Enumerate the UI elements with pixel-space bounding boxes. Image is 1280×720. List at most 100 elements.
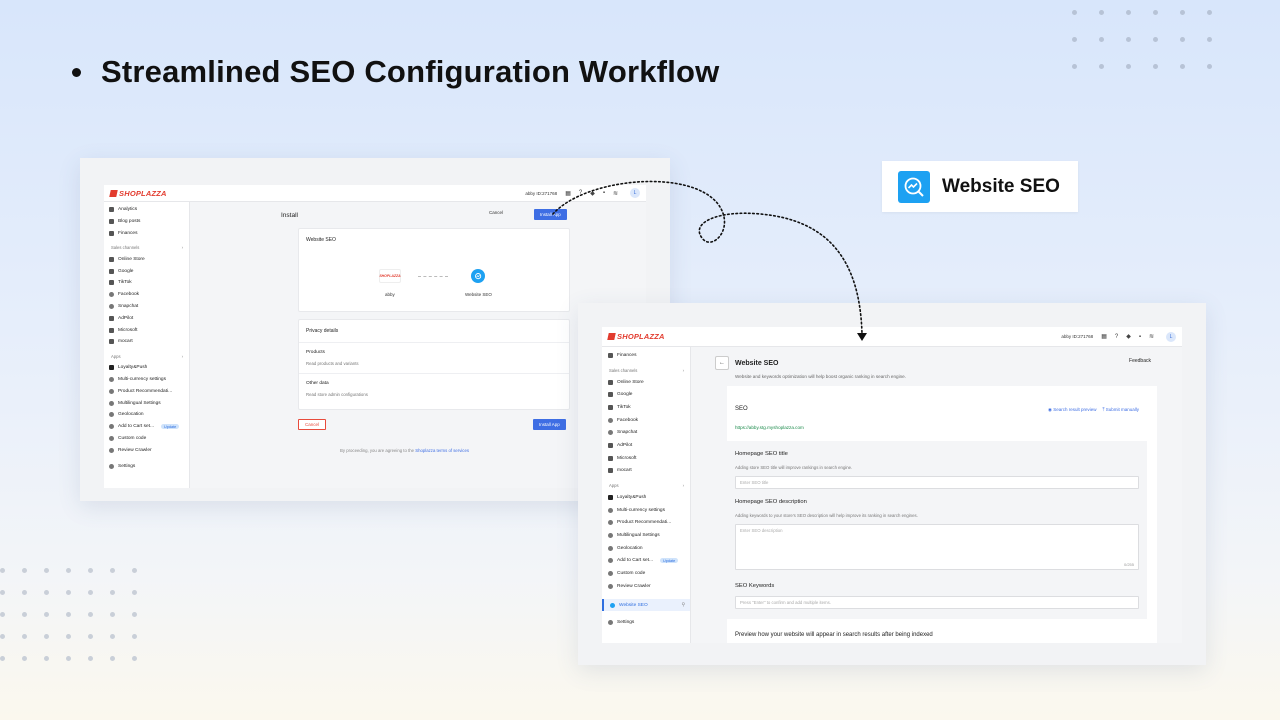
sidebar-section-apps[interactable]: Apps ›: [602, 480, 690, 491]
terms-link[interactable]: Shoplazza terms of services: [415, 448, 469, 453]
sidebar-item-app[interactable]: Multi-currency settings: [104, 374, 189, 386]
sidebar-item-channel[interactable]: Snapchat: [602, 426, 690, 439]
keywords-input[interactable]: Press "Enter" to confirm and add multipl…: [735, 596, 1139, 609]
wifi-icon[interactable]: ≋: [613, 190, 618, 197]
sidebar-item-channel[interactable]: Snapchat: [104, 301, 189, 313]
sidebar-item-label: Online Store: [118, 256, 145, 262]
wifi-icon[interactable]: ≋: [1149, 333, 1154, 340]
feedback-link[interactable]: Feedback: [1129, 358, 1151, 364]
sidebar-item[interactable]: Finances: [104, 228, 189, 240]
store-url[interactable]: https://abby.stg.myshoplazza.com: [735, 425, 804, 430]
shoplazza-logo[interactable]: SHOPLAZZA: [607, 332, 665, 341]
sidebar-item-channel[interactable]: AdPilot: [104, 312, 189, 324]
dot: [44, 568, 49, 573]
dot: [66, 634, 71, 639]
sidebar-item-app[interactable]: Multi-currency settings: [602, 504, 690, 517]
dot: [44, 612, 49, 617]
sidebar-item-label: Finances: [118, 230, 138, 236]
message-icon[interactable]: ▪: [1139, 334, 1141, 340]
sidebar-section-apps[interactable]: Apps ›: [104, 351, 189, 362]
cancel-install-button[interactable]: Cancel: [298, 419, 327, 430]
sidebar-item-channel[interactable]: TikTok: [602, 401, 690, 414]
sidebar-item-channel[interactable]: Microsoft: [104, 324, 189, 336]
dot: [88, 656, 93, 661]
pin-icon[interactable]: ⚲: [681, 603, 685, 608]
homepage-title-input[interactable]: Enter SEO title: [735, 476, 1139, 489]
sidebar-item-channel[interactable]: Online Store: [104, 253, 189, 265]
sidebar-item-app[interactable]: Custom code: [602, 567, 690, 580]
sidebar-item-app[interactable]: Custom code: [104, 433, 189, 445]
sidebar-item-app[interactable]: Review Crawler: [104, 444, 189, 456]
store-icon[interactable]: ▦: [1101, 333, 1107, 340]
cancel-button[interactable]: Cancel: [489, 210, 503, 215]
shoplazza-mark-icon: [607, 333, 616, 340]
topbar: SHOPLAZZA abby ID:271768 ▦ ? ◆ ▪ ≋ L: [104, 185, 646, 202]
store-icon[interactable]: ▦: [565, 190, 571, 197]
app-icon: [109, 388, 114, 394]
avatar[interactable]: L: [1166, 331, 1176, 342]
sidebar-item-app[interactable]: Add to Cart set... Update: [602, 555, 690, 568]
sidebar-item[interactable]: Analytics: [104, 204, 189, 216]
decorative-dots-top-right: [1072, 10, 1212, 69]
install-app-button[interactable]: Install App: [534, 209, 567, 220]
sidebar-item-label: Snapchat: [118, 303, 139, 309]
sidebar-item-channel[interactable]: Online Store: [602, 376, 690, 389]
sidebar-item-label: AdPilot: [118, 315, 134, 321]
sidebar-item-app[interactable]: Geolocation: [602, 542, 690, 555]
install-app-bottom-button[interactable]: Install App: [533, 419, 566, 430]
notification-icon[interactable]: ◆: [590, 190, 595, 197]
sidebar-item-app[interactable]: Loyalty&Push: [602, 491, 690, 504]
sidebar-item-channel[interactable]: Facebook: [602, 414, 690, 427]
app-icon: [608, 507, 613, 513]
avatar[interactable]: L: [630, 188, 640, 198]
store-selector[interactable]: abby ID:271768: [1061, 334, 1093, 339]
sidebar-item[interactable]: Finances: [602, 349, 690, 362]
message-icon[interactable]: ▪: [603, 190, 605, 196]
sidebar-item-website-seo[interactable]: Website SEO ⚲: [602, 598, 690, 612]
shoplazza-logo[interactable]: SHOPLAZZA: [109, 189, 167, 198]
back-arrow-icon[interactable]: ←: [715, 356, 729, 370]
sidebar-item-channel[interactable]: TikTok: [104, 277, 189, 289]
homepage-desc-help: Adding keywords to your store's SEO desc…: [735, 513, 918, 518]
sidebar-section-sales-channels[interactable]: Sales channels ›: [602, 365, 690, 376]
sidebar-item-channel[interactable]: Facebook: [104, 289, 189, 301]
dot: [66, 612, 71, 617]
products-desc: Read products and variants: [306, 361, 359, 366]
sidebar-item-app[interactable]: Product Recommendati...: [602, 517, 690, 530]
sidebar-item-channel[interactable]: Google: [602, 388, 690, 401]
sidebar-item-channel[interactable]: mocart: [104, 336, 189, 348]
sidebar-item-channel[interactable]: Microsoft: [602, 452, 690, 465]
sidebar-item-app[interactable]: Add to Cart set... Update: [104, 421, 189, 433]
sidebar-item-channel[interactable]: Google: [104, 265, 189, 277]
submit-manually-link[interactable]: ⤒ Submit manually: [1102, 407, 1139, 413]
store-selector[interactable]: abby ID:271768: [525, 191, 557, 196]
app-icon: [109, 424, 114, 430]
sidebar-item-app[interactable]: Multilingual Settings: [104, 397, 189, 409]
dot: [0, 634, 5, 639]
other-title: Other data: [306, 381, 329, 386]
help-icon[interactable]: ?: [1115, 334, 1118, 340]
help-icon[interactable]: ?: [579, 190, 582, 196]
sidebar-item-settings[interactable]: Settings: [602, 616, 690, 629]
search-result-preview-link[interactable]: ◉ Search result preview: [1048, 407, 1096, 413]
sidebar-item-app[interactable]: Product Recommendati...: [104, 385, 189, 397]
sidebar-item-icon: [109, 219, 114, 225]
sidebar-item-app[interactable]: Multilingual Settings: [602, 529, 690, 542]
preview-heading: Preview how your website will appear in …: [735, 632, 933, 638]
app-icon: [608, 520, 613, 526]
seo-app: SHOPLAZZA abby ID:271768 ▦ ? ◆ ▪ ≋ L Fin…: [602, 327, 1182, 643]
sidebar-item-app[interactable]: Review Crawler: [602, 580, 690, 593]
sidebar-item-channel[interactable]: AdPilot: [602, 439, 690, 452]
homepage-desc-textarea[interactable]: Enter SEO description 0/255: [735, 524, 1139, 570]
sidebar-section-sales-channels[interactable]: Sales channels ›: [104, 242, 189, 253]
sidebar-item-channel[interactable]: mocart: [602, 465, 690, 478]
dot: [1153, 37, 1158, 42]
channel-icon: [608, 468, 613, 474]
sidebar-item-settings[interactable]: Settings: [104, 460, 189, 472]
sidebar-item-app[interactable]: Geolocation: [104, 409, 189, 421]
sidebar-item-app[interactable]: Loyalty&Push: [104, 362, 189, 374]
channel-icon: [608, 404, 613, 410]
sidebar-item-label: Settings: [617, 620, 635, 626]
sidebar-item[interactable]: Blog posts: [104, 216, 189, 228]
notification-icon[interactable]: ◆: [1126, 333, 1131, 340]
